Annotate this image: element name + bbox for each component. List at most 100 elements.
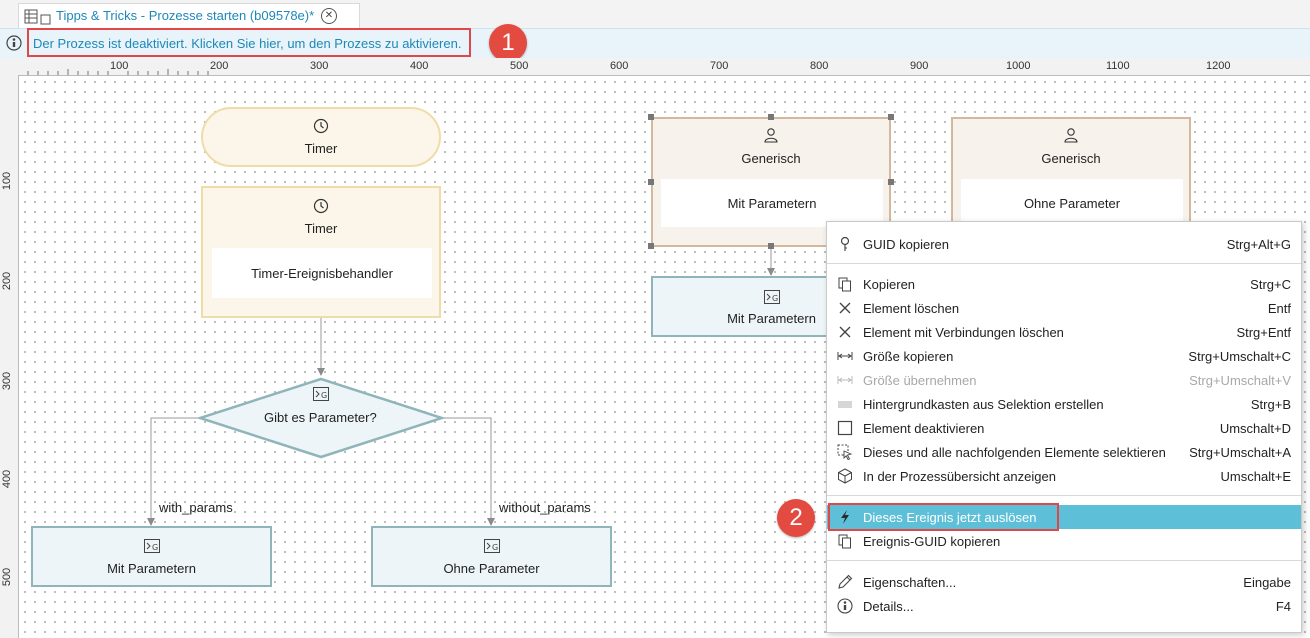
context-menu: GUID kopieren Strg+Alt+G Kopieren Strg+C…: [826, 221, 1302, 633]
menu-item-label: Größe kopieren: [863, 349, 954, 364]
cube-icon: [838, 468, 852, 484]
menu-item-label: Details...: [863, 599, 914, 614]
task-without-params[interactable]: G Ohne Parameter: [371, 526, 612, 587]
selection-handle[interactable]: [768, 243, 774, 249]
select-cursor-icon: [837, 444, 853, 460]
copy-icon: [838, 277, 851, 292]
menu-separator: [827, 495, 1301, 496]
selection-handle[interactable]: [648, 179, 654, 185]
step-badge-2: 2: [777, 499, 815, 537]
ruler-tick: 700: [710, 60, 729, 72]
menu-item-label: Element mit Verbindungen löschen: [863, 325, 1064, 340]
ruler-tick: 1100: [1106, 60, 1130, 72]
close-icon: [839, 302, 851, 314]
close-icon: [839, 326, 851, 338]
menu-item-label: GUID kopieren: [863, 237, 949, 252]
node-label: Mit Parametern: [107, 561, 196, 576]
menu-item-copy[interactable]: Kopieren Strg+C: [827, 272, 1301, 296]
pencil-icon: [838, 574, 853, 589]
tab-process[interactable]: Tipps & Tricks - Prozesse starten (b0957…: [18, 3, 360, 29]
menu-item-copy-guid[interactable]: GUID kopieren Strg+Alt+G: [827, 232, 1301, 256]
menu-item-shortcut: Strg+C: [1250, 277, 1291, 292]
menu-item-label: Dieses und alle nachfolgenden Elemente s…: [863, 445, 1166, 460]
checkbox-icon: [837, 420, 853, 436]
menu-item-show-in-overview[interactable]: In der Prozessübersicht anzeigen Umschal…: [827, 464, 1301, 488]
key-icon: [840, 236, 850, 251]
menu-item-label: Ereignis-GUID kopieren: [863, 534, 1001, 549]
ruler-tick: 300: [310, 60, 329, 72]
menu-item-label: Kopieren: [863, 277, 916, 292]
script-icon: G: [483, 539, 500, 553]
menu-item-delete-with-connections[interactable]: Element mit Verbindungen löschen Strg+En…: [827, 320, 1301, 344]
ruler-tick: 500: [1, 567, 14, 587]
selection-handle[interactable]: [648, 114, 654, 120]
menu-item-apply-size[interactable]: Größe übernehmen Strg+Umschalt+V: [827, 368, 1301, 392]
ruler-tick: 900: [910, 60, 929, 72]
menu-item-shortcut: Strg+Umschalt+C: [1188, 349, 1291, 364]
menu-item-background-box[interactable]: Hintergrundkasten aus Selektion erstelle…: [827, 392, 1301, 416]
ruler-tick: 200: [1, 271, 14, 291]
script-icon: G: [313, 387, 329, 401]
ruler-tick: 200: [210, 60, 229, 72]
tab-close-icon[interactable]: ✕: [321, 8, 337, 24]
node-label: Ohne Parameter: [443, 561, 540, 576]
user-icon: [764, 128, 778, 143]
tab-title: Tipps & Tricks - Prozesse starten (b0957…: [56, 8, 315, 23]
clock-icon: [313, 118, 329, 134]
copy-icon: [838, 534, 851, 549]
menu-item-copy-size[interactable]: Größe kopieren Strg+Umschalt+C: [827, 344, 1301, 368]
menu-separator: [827, 560, 1301, 561]
node-title: Generisch: [1041, 151, 1101, 166]
svg-text:G: G: [492, 543, 498, 552]
highlight-box-infobar: [27, 28, 471, 57]
size-icon: [837, 376, 853, 384]
svg-text:G: G: [321, 391, 327, 400]
step-badge-1: 1: [489, 24, 527, 62]
menu-item-properties[interactable]: Eigenschaften... Eingabe: [827, 570, 1301, 594]
timer-start-event[interactable]: Timer: [201, 107, 441, 167]
selection-handle[interactable]: [648, 243, 654, 249]
node-label: Timer: [304, 141, 338, 156]
svg-text:G: G: [152, 543, 158, 552]
menu-item-shortcut: Eingabe: [1243, 575, 1291, 590]
process-diagram-icon: [24, 9, 51, 25]
highlight-box-menu-item: [828, 503, 1059, 531]
menu-item-select-following[interactable]: Dieses und alle nachfolgenden Elemente s…: [827, 440, 1301, 464]
menu-separator: [827, 263, 1301, 264]
ruler-tick: 600: [610, 60, 629, 72]
ruler-vertical: 100 200 300 400 500: [0, 75, 19, 638]
details-icon: [837, 598, 853, 614]
node-title: Generisch: [741, 151, 801, 166]
selection-handle[interactable]: [768, 114, 774, 120]
node-title: Timer: [304, 221, 338, 236]
ruler-tick: 100: [1, 171, 14, 191]
info-details-icon: [6, 35, 22, 51]
ruler-tick: 400: [1, 469, 14, 489]
selection-handle[interactable]: [888, 114, 894, 120]
task-with-params[interactable]: G Mit Parametern: [31, 526, 272, 587]
menu-item-details[interactable]: Details... F4: [827, 594, 1301, 618]
menu-item-label: Eigenschaften...: [863, 575, 957, 590]
edge-label-without-params: without_params: [499, 500, 591, 515]
menu-item-label: Größe übernehmen: [863, 373, 977, 388]
edge-label-with-params: with_params: [159, 500, 233, 515]
menu-item-shortcut: Strg+Umschalt+A: [1189, 445, 1291, 460]
background-box-icon: [838, 401, 852, 408]
svg-text:G: G: [772, 294, 778, 303]
timer-event-handler[interactable]: Timer Timer-Ereignisbehandler: [201, 186, 441, 318]
menu-item-delete[interactable]: Element löschen Entf: [827, 296, 1301, 320]
ruler-tick: 800: [810, 60, 829, 72]
script-icon: G: [763, 290, 780, 304]
menu-item-label: Hintergrundkasten aus Selektion erstelle…: [863, 397, 1104, 412]
selection-handle[interactable]: [888, 179, 894, 185]
ruler-tick: 500: [510, 60, 529, 72]
ruler-tick: 100: [110, 60, 129, 72]
menu-item-deactivate[interactable]: Element deaktivieren Umschalt+D: [827, 416, 1301, 440]
menu-item-copy-event-guid[interactable]: Ereignis-GUID kopieren: [827, 529, 1301, 553]
ruler-tick: 400: [410, 60, 429, 72]
menu-item-shortcut: Entf: [1267, 301, 1291, 316]
menu-item-label: Element löschen: [863, 301, 960, 316]
menu-item-label: In der Prozessübersicht anzeigen: [863, 469, 1056, 484]
size-icon: [837, 352, 853, 360]
ruler-horizontal: 100 200 300 400 500 600 700 800 900 1000…: [0, 58, 1310, 76]
